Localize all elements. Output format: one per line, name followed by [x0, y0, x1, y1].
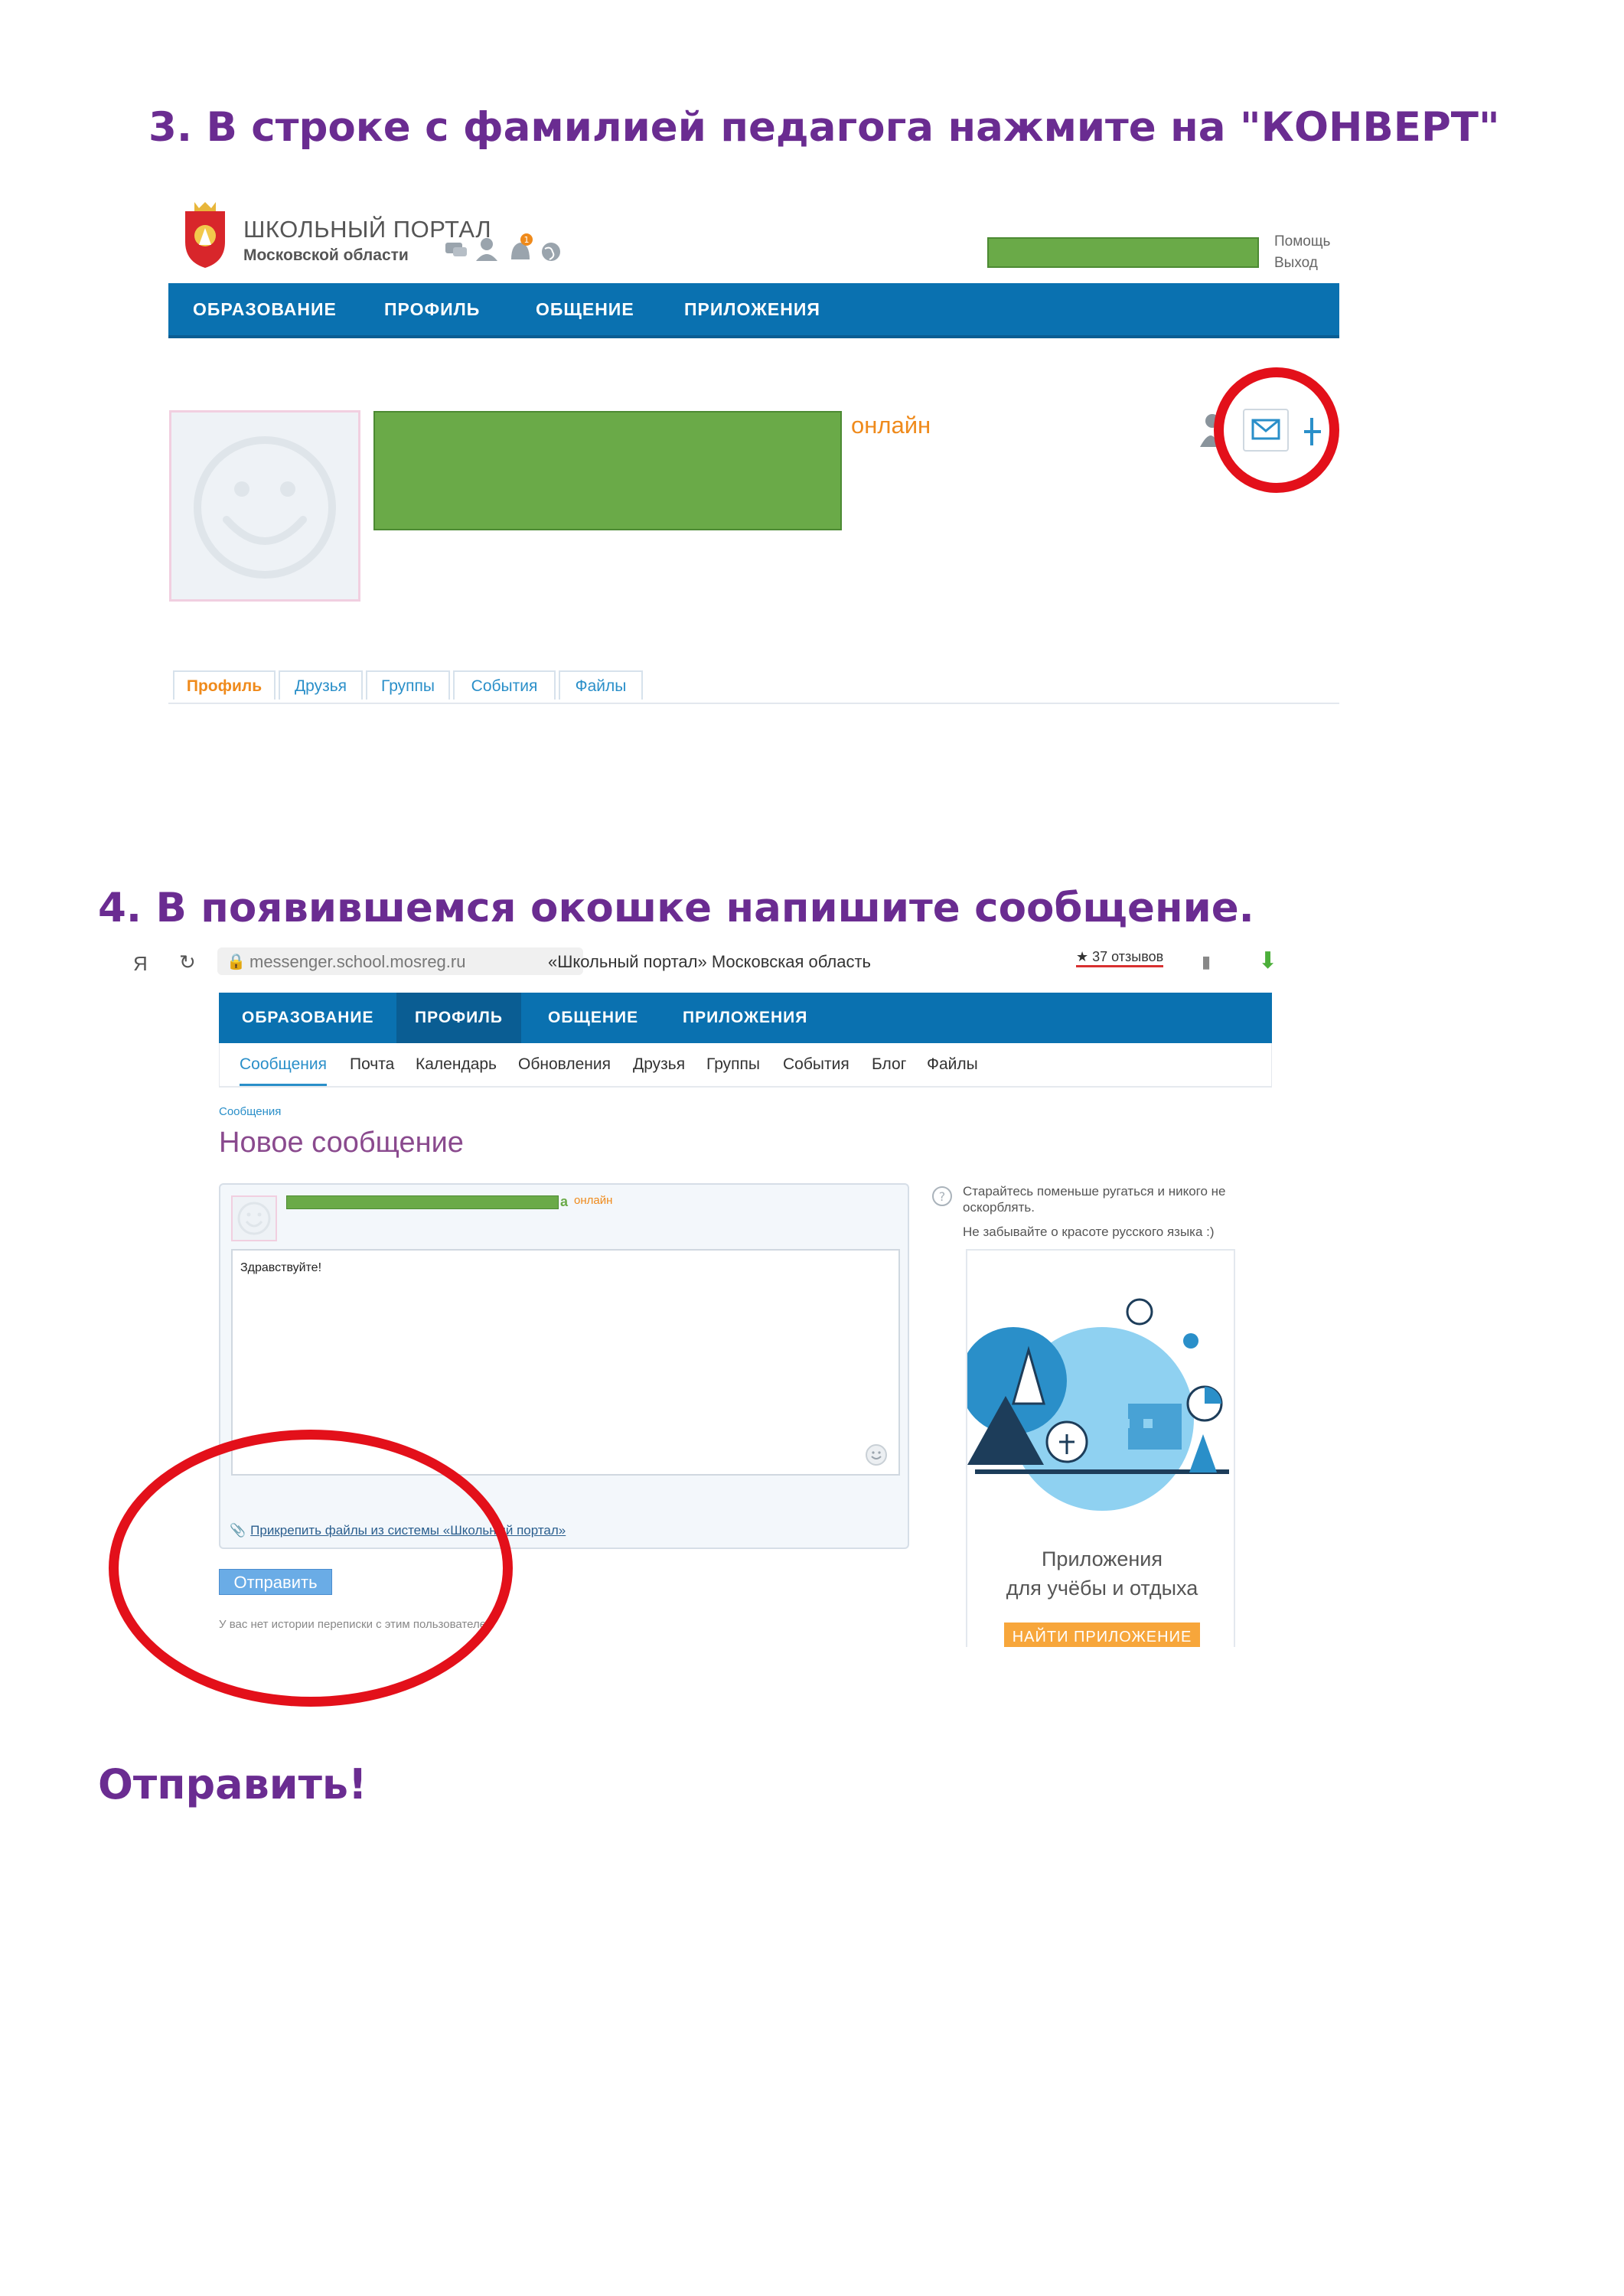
reload-icon[interactable]: ↻ [179, 951, 196, 974]
profile-tabs: Профиль Друзья Группы События Файлы [168, 670, 1339, 704]
subnav-messages[interactable]: Сообщения [240, 1043, 327, 1086]
nav-education[interactable]: ОБРАЗОВАНИЕ [193, 283, 337, 335]
download-icon[interactable]: ⬇ [1258, 947, 1277, 974]
bookmark-icon[interactable]: ▮ [1202, 952, 1211, 972]
svg-text:?: ? [939, 1189, 946, 1204]
online-status: онлайн [851, 412, 931, 439]
globe-icon[interactable] [542, 243, 560, 261]
nav-communication[interactable]: ОБЩЕНИЕ [548, 993, 638, 1043]
ad-title-line2: для учёбы и отдыха [1006, 1577, 1198, 1600]
header-icons: 1 [445, 233, 560, 261]
highlight-circle-send [109, 1430, 513, 1707]
subnav-mail[interactable]: Почта [350, 1043, 394, 1086]
tab-groups[interactable]: Группы [366, 670, 450, 700]
tab-friends[interactable]: Друзья [279, 670, 363, 700]
top-links: Помощь Выход [1274, 231, 1330, 274]
subnav-calendar[interactable]: Календарь [416, 1043, 497, 1086]
tab-events[interactable]: События [453, 670, 556, 700]
bell-icon[interactable]: 1 [511, 233, 533, 259]
user-icon[interactable] [476, 238, 497, 261]
nav-profile[interactable]: ПРОФИЛЬ [396, 993, 522, 1043]
breadcrumb[interactable]: Сообщения [219, 1105, 281, 1118]
subnav-groups[interactable]: Группы [706, 1043, 760, 1086]
reviews-badge[interactable]: ★ 37 отзывов [1076, 949, 1164, 967]
logout-link[interactable]: Выход [1274, 253, 1330, 274]
address-bar[interactable]: 🔒 messenger.school.mosreg.ru [217, 947, 583, 975]
nav-profile[interactable]: ПРОФИЛЬ [384, 283, 480, 335]
ad-title: Приложения для учёбы и отдыха [967, 1544, 1234, 1603]
main-nav: ОБРАЗОВАНИЕ ПРОФИЛЬ ОБЩЕНИЕ ПРИЛОЖЕНИЯ [168, 283, 1339, 338]
redacted-recipient-name [286, 1195, 559, 1209]
help-link[interactable]: Помощь [1274, 231, 1330, 253]
main-nav-2: ОБРАЗОВАНИЕ ПРОФИЛЬ ОБЩЕНИЕ ПРИЛОЖЕНИЯ [219, 993, 1272, 1043]
recipient-name-tail: а [560, 1194, 569, 1209]
lock-icon: 🔒 [227, 954, 246, 970]
tab-files[interactable]: Файлы [559, 670, 643, 700]
chat-icon[interactable] [445, 243, 467, 256]
highlight-circle-envelope [1214, 367, 1339, 493]
apps-ad-banner[interactable]: Приложения для учёбы и отдыха НАЙТИ ПРИЛ… [966, 1249, 1235, 1647]
recipient-avatar [231, 1195, 277, 1241]
final-instruction: Отправить! [98, 1760, 367, 1808]
subnav-friends[interactable]: Друзья [633, 1043, 685, 1086]
tip-text-2: Не забывайте о красоте русского языка :) [963, 1225, 1215, 1239]
coat-of-arms-icon [185, 202, 225, 268]
help-icon: ? [932, 1186, 952, 1206]
yandex-logo[interactable]: Я [133, 952, 148, 976]
profile-subnav: Сообщения Почта Календарь Обновления Дру… [219, 1043, 1272, 1088]
subnav-events[interactable]: События [783, 1043, 850, 1086]
subnav-files[interactable]: Файлы [927, 1043, 978, 1086]
avatar [169, 410, 360, 602]
page-title-new-message: Новое сообщение [219, 1127, 464, 1159]
nav-applications[interactable]: ПРИЛОЖЕНИЯ [684, 283, 820, 335]
message-text: Здравствуйте! [240, 1261, 322, 1274]
subnav-updates[interactable]: Обновления [518, 1043, 611, 1086]
tab-profile[interactable]: Профиль [173, 670, 276, 700]
recipient-online-status: онлайн [574, 1194, 613, 1207]
ad-title-line1: Приложения [1042, 1548, 1163, 1570]
find-app-button[interactable]: НАЙТИ ПРИЛОЖЕНИЕ [1004, 1623, 1200, 1647]
subnav-blog[interactable]: Блог [872, 1043, 906, 1086]
svg-text:1: 1 [524, 235, 530, 245]
browser-toolbar: Я ↻ 🔒 messenger.school.mosreg.ru «Школьн… [95, 946, 1289, 981]
page-title: «Школьный портал» Московская область [548, 952, 872, 971]
step4-heading: 4. В появившемся окошке напишите сообщен… [98, 885, 1254, 931]
education-illustration [967, 1298, 1229, 1511]
smiley-placeholder-icon [194, 436, 336, 579]
nav-applications[interactable]: ПРИЛОЖЕНИЯ [683, 993, 807, 1043]
url-text: messenger.school.mosreg.ru [249, 952, 466, 971]
smiley-placeholder-icon [237, 1202, 271, 1235]
step3-heading: 3. В строке с фамилией педагога нажмите … [148, 104, 1500, 151]
emoji-icon[interactable] [865, 1443, 888, 1466]
redacted-teacher-name [373, 411, 842, 530]
redacted-username-bar [987, 237, 1259, 268]
portal-logo-subtitle: Московской области [243, 246, 409, 264]
nav-education[interactable]: ОБРАЗОВАНИЕ [242, 993, 374, 1043]
tip-text: Старайтесь поменьше ругаться и никого не… [963, 1184, 1226, 1215]
nav-communication[interactable]: ОБЩЕНИЕ [536, 283, 634, 335]
